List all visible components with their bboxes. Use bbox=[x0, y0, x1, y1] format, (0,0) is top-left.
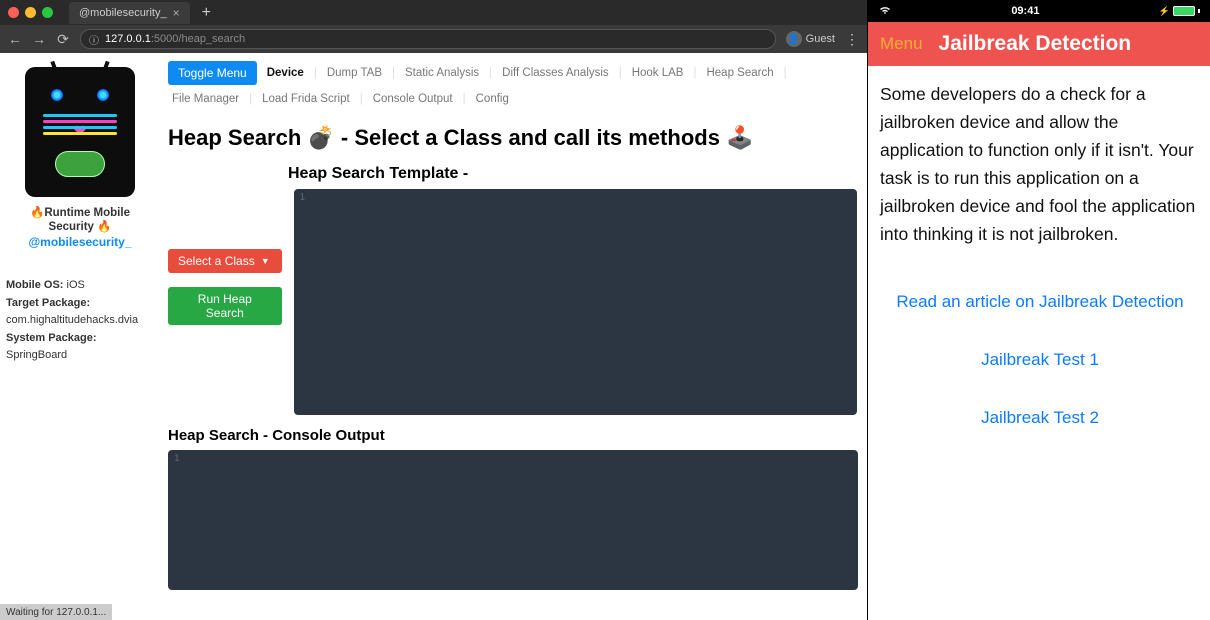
ios-link-article[interactable]: Read an article on Jailbreak Detection bbox=[880, 292, 1200, 312]
browser-status-bar: Waiting for 127.0.0.1... bbox=[0, 604, 112, 620]
toggle-menu-button[interactable]: Toggle Menu bbox=[168, 61, 257, 85]
address-field[interactable]: ⓘ 127.0.0.1:5000/heap_search bbox=[80, 29, 776, 49]
nav-dump-tab[interactable]: Dump TAB bbox=[323, 65, 386, 81]
template-row: Select a Class ▼ Run Heap Search 1 bbox=[168, 189, 857, 415]
controls-column: Select a Class ▼ Run Heap Search bbox=[168, 189, 282, 325]
console-output[interactable]: 1 bbox=[168, 450, 858, 590]
page-title: Heap Search 💣 - Select a Class and call … bbox=[168, 125, 857, 151]
browser-menu-icon[interactable]: ⋮ bbox=[845, 31, 859, 48]
tab-title: @mobilesecurity_ bbox=[79, 7, 167, 19]
sidebar-title: 🔥Runtime Mobile Security 🔥 bbox=[6, 205, 154, 233]
ios-body: Some developers do a check for a jailbro… bbox=[868, 66, 1210, 438]
url-bar: ← → ⟳ ⓘ 127.0.0.1:5000/heap_search 👤 Gue… bbox=[0, 25, 867, 53]
target-value: com.highaltitudehacks.dvia bbox=[6, 312, 154, 330]
browser-tab[interactable]: @mobilesecurity_ × bbox=[69, 2, 190, 24]
os-label: Mobile OS: bbox=[6, 279, 63, 291]
ios-status-bar: 09:41 ⚡ bbox=[868, 0, 1210, 22]
status-text: Waiting for 127.0.0.1... bbox=[6, 607, 106, 618]
app-logo: ❤ bbox=[25, 67, 135, 197]
wifi-icon bbox=[878, 4, 892, 18]
battery-icon: ⚡ bbox=[1159, 6, 1200, 17]
console-heading: Heap Search - Console Output bbox=[168, 427, 857, 444]
minimize-window-icon[interactable] bbox=[25, 7, 36, 18]
ios-menu-button[interactable]: Menu bbox=[880, 34, 923, 54]
template-heading: Heap Search Template - bbox=[288, 165, 857, 183]
ios-link-test1[interactable]: Jailbreak Test 1 bbox=[880, 350, 1200, 370]
url-port: :5000 bbox=[151, 33, 179, 45]
ios-link-test2[interactable]: Jailbreak Test 2 bbox=[880, 408, 1200, 428]
target-label: Target Package: bbox=[6, 297, 90, 309]
select-class-label: Select a Class bbox=[178, 254, 255, 268]
nav-heap-search[interactable]: Heap Search bbox=[702, 65, 777, 81]
system-label: System Package: bbox=[6, 332, 97, 344]
line-number: 1 bbox=[174, 454, 179, 464]
system-value: SpringBoard bbox=[6, 347, 154, 365]
guest-avatar-icon: 👤 bbox=[786, 31, 802, 47]
sidebar-meta: Mobile OS: iOS Target Package: com.higha… bbox=[6, 277, 154, 365]
url-host: 127.0.0.1 bbox=[105, 33, 151, 45]
site-info-icon[interactable]: ⓘ bbox=[89, 32, 99, 47]
nav-console-output[interactable]: Console Output bbox=[369, 91, 457, 107]
tab-close-icon[interactable]: × bbox=[173, 6, 180, 20]
browser-window: @mobilesecurity_ × + ← → ⟳ ⓘ 127.0.0.1:5… bbox=[0, 0, 868, 620]
line-number: 1 bbox=[300, 193, 305, 203]
os-value: iOS bbox=[67, 279, 85, 291]
ios-description: Some developers do a check for a jailbro… bbox=[880, 80, 1200, 248]
new-tab-icon[interactable]: + bbox=[202, 4, 211, 22]
sidebar-handle[interactable]: @mobilesecurity_ bbox=[6, 235, 154, 249]
close-window-icon[interactable] bbox=[8, 7, 19, 18]
template-editor[interactable]: 1 bbox=[294, 189, 857, 415]
nav-hook-lab[interactable]: Hook LAB bbox=[628, 65, 688, 81]
run-heap-search-button[interactable]: Run Heap Search bbox=[168, 287, 282, 325]
select-class-button[interactable]: Select a Class ▼ bbox=[168, 249, 282, 273]
nav-device[interactable]: Device bbox=[263, 65, 308, 81]
guest-label: Guest bbox=[806, 33, 835, 45]
url-path: /heap_search bbox=[178, 33, 245, 45]
top-nav: Toggle Menu Device| Dump TAB| Static Ana… bbox=[168, 61, 857, 107]
ios-links: Read an article on Jailbreak Detection J… bbox=[880, 292, 1200, 428]
chevron-down-icon: ▼ bbox=[261, 256, 270, 266]
ios-nav-bar: Menu Jailbreak Detection bbox=[868, 22, 1210, 66]
page-content: ❤ 🔥Runtime Mobile Security 🔥 @mobilesecu… bbox=[0, 53, 867, 620]
ios-device: 09:41 ⚡ Menu Jailbreak Detection Some de… bbox=[868, 0, 1210, 620]
nav-static-analysis[interactable]: Static Analysis bbox=[401, 65, 483, 81]
window-controls bbox=[8, 7, 53, 18]
titlebar: @mobilesecurity_ × + bbox=[0, 0, 867, 25]
forward-icon[interactable]: → bbox=[32, 31, 46, 47]
sidebar: ❤ 🔥Runtime Mobile Security 🔥 @mobilesecu… bbox=[0, 53, 160, 620]
nav-load-frida[interactable]: Load Frida Script bbox=[258, 91, 354, 107]
nav-file-manager[interactable]: File Manager bbox=[168, 91, 243, 107]
main-panel: Toggle Menu Device| Dump TAB| Static Ana… bbox=[160, 53, 867, 620]
ios-time: 09:41 bbox=[1011, 5, 1039, 17]
profile-chip[interactable]: 👤 Guest bbox=[786, 31, 835, 47]
back-icon[interactable]: ← bbox=[8, 31, 22, 47]
maximize-window-icon[interactable] bbox=[42, 7, 53, 18]
ios-title: Jailbreak Detection bbox=[939, 32, 1132, 56]
reload-icon[interactable]: ⟳ bbox=[56, 31, 70, 48]
nav-config[interactable]: Config bbox=[472, 91, 513, 107]
nav-diff-classes[interactable]: Diff Classes Analysis bbox=[498, 65, 613, 81]
